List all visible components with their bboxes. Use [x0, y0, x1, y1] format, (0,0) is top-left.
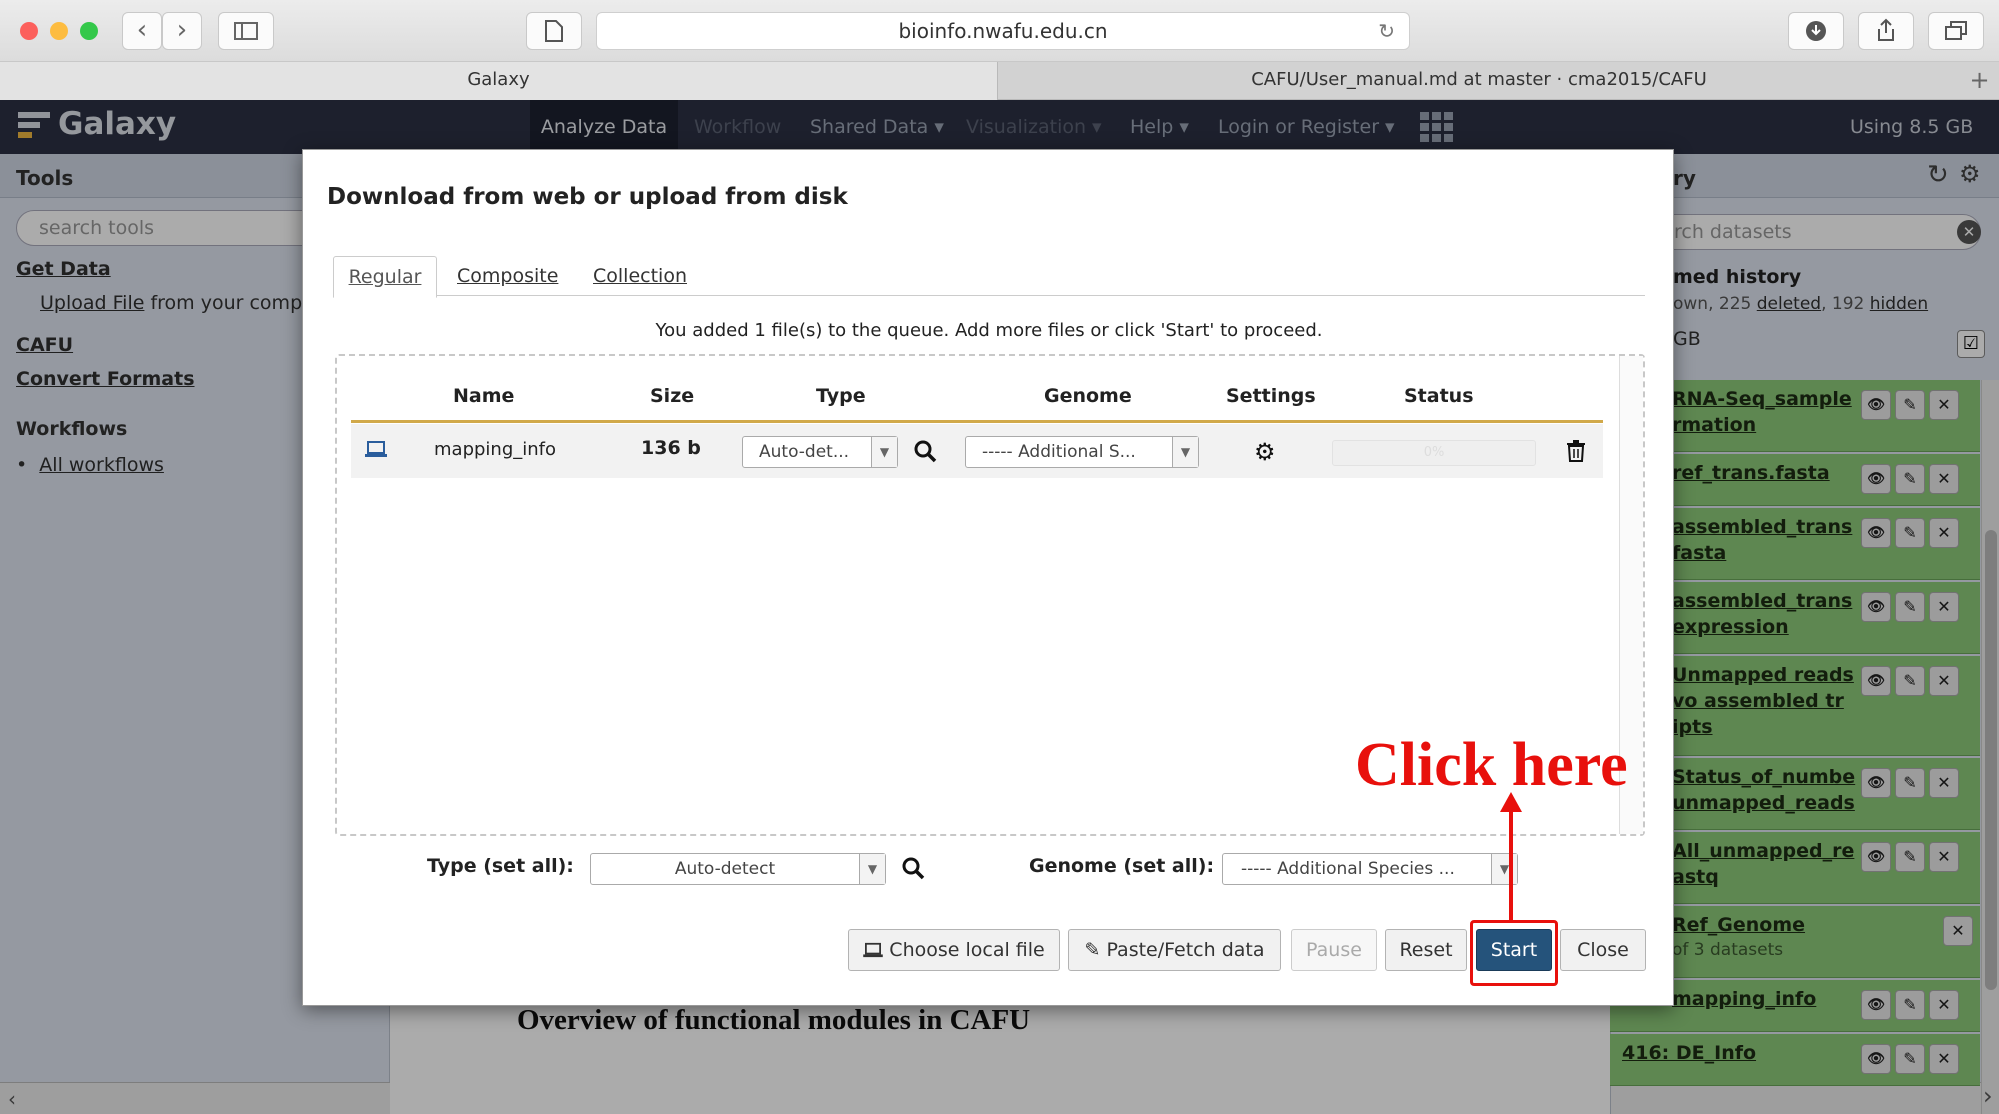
downloads-icon[interactable]	[1788, 12, 1844, 50]
forward-icon[interactable]: ›	[162, 12, 202, 50]
col-name-header: Name	[453, 385, 515, 407]
chevron-down-icon: ▼	[1172, 437, 1198, 467]
new-tab-button[interactable]: +	[1960, 62, 1999, 100]
close-window-button[interactable]	[20, 22, 38, 40]
col-size-header: Size	[650, 385, 695, 407]
browser-toolbar: ‹ › bioinfo.nwafu.edu.cn ↻	[0, 0, 1999, 62]
col-status-header: Status	[1404, 385, 1474, 407]
upload-dialog-title: Download from web or upload from disk	[327, 184, 848, 210]
edit-icon: ✎	[1084, 939, 1101, 961]
genome-set-all-select[interactable]: ----- Additional Species ... ▼	[1222, 853, 1518, 885]
close-button[interactable]: Close	[1560, 929, 1646, 971]
col-settings-header: Settings	[1226, 385, 1316, 407]
local-file-laptop-icon	[365, 440, 387, 462]
tab-composite[interactable]: Composite	[457, 256, 558, 296]
search-icon[interactable]	[901, 856, 925, 884]
reset-button[interactable]: Reset	[1385, 929, 1467, 971]
upload-dialog: Download from web or upload from disk Re…	[302, 149, 1674, 1006]
zoom-window-button[interactable]	[80, 22, 98, 40]
tab-galaxy[interactable]: Galaxy	[0, 62, 998, 100]
back-icon[interactable]: ‹	[122, 12, 162, 50]
chevron-down-icon: ▼	[859, 854, 885, 884]
queue-message: You added 1 file(s) to the queue. Add mo…	[655, 320, 1323, 341]
url-text: bioinfo.nwafu.edu.cn	[898, 19, 1108, 43]
share-icon[interactable]	[1858, 12, 1914, 50]
annotation-highlight-box	[1470, 920, 1558, 986]
col-genome-header: Genome	[1044, 385, 1132, 407]
genome-set-all-label: Genome (set all):	[1029, 855, 1215, 877]
annotation-arrow-icon	[1500, 792, 1522, 920]
col-type-header: Type	[816, 385, 866, 407]
tab-bar: Galaxy CAFU/User_manual.md at master · c…	[0, 62, 1999, 100]
upload-progress-bar: 0%	[1332, 440, 1536, 466]
minimize-window-button[interactable]	[50, 22, 68, 40]
sidebar-toggle-icon[interactable]	[218, 12, 274, 50]
reload-icon[interactable]: ↻	[1378, 13, 1395, 49]
paste-fetch-data-button[interactable]: ✎ Paste/Fetch data	[1068, 929, 1281, 971]
file-name: mapping_info	[434, 439, 557, 460]
tab-cafu-manual[interactable]: CAFU/User_manual.md at master · cma2015/…	[999, 62, 1959, 100]
type-set-all-label: Type (set all):	[427, 855, 574, 877]
file-type-select[interactable]: Auto-det... ▼	[742, 436, 898, 468]
tab-regular[interactable]: Regular	[333, 256, 437, 298]
annotation-click-here: Click here	[1355, 731, 1628, 799]
chevron-down-icon: ▼	[871, 437, 897, 467]
trash-icon[interactable]	[1567, 440, 1585, 466]
laptop-icon	[863, 939, 889, 961]
file-size: 136 b	[641, 437, 701, 459]
pause-button[interactable]: Pause	[1291, 929, 1377, 971]
file-genome-select[interactable]: ----- Additional S... ▼	[965, 436, 1199, 468]
address-bar[interactable]: bioinfo.nwafu.edu.cn ↻	[596, 12, 1410, 50]
page-icon[interactable]	[526, 12, 582, 50]
search-icon[interactable]	[913, 439, 937, 467]
choose-local-file-button[interactable]: Choose local file	[848, 929, 1060, 971]
tab-collection[interactable]: Collection	[593, 256, 687, 296]
settings-gear-icon[interactable]: ⚙	[1254, 438, 1276, 466]
type-set-all-select[interactable]: Auto-detect ▼	[590, 853, 886, 885]
tabs-overview-icon[interactable]	[1928, 12, 1984, 50]
